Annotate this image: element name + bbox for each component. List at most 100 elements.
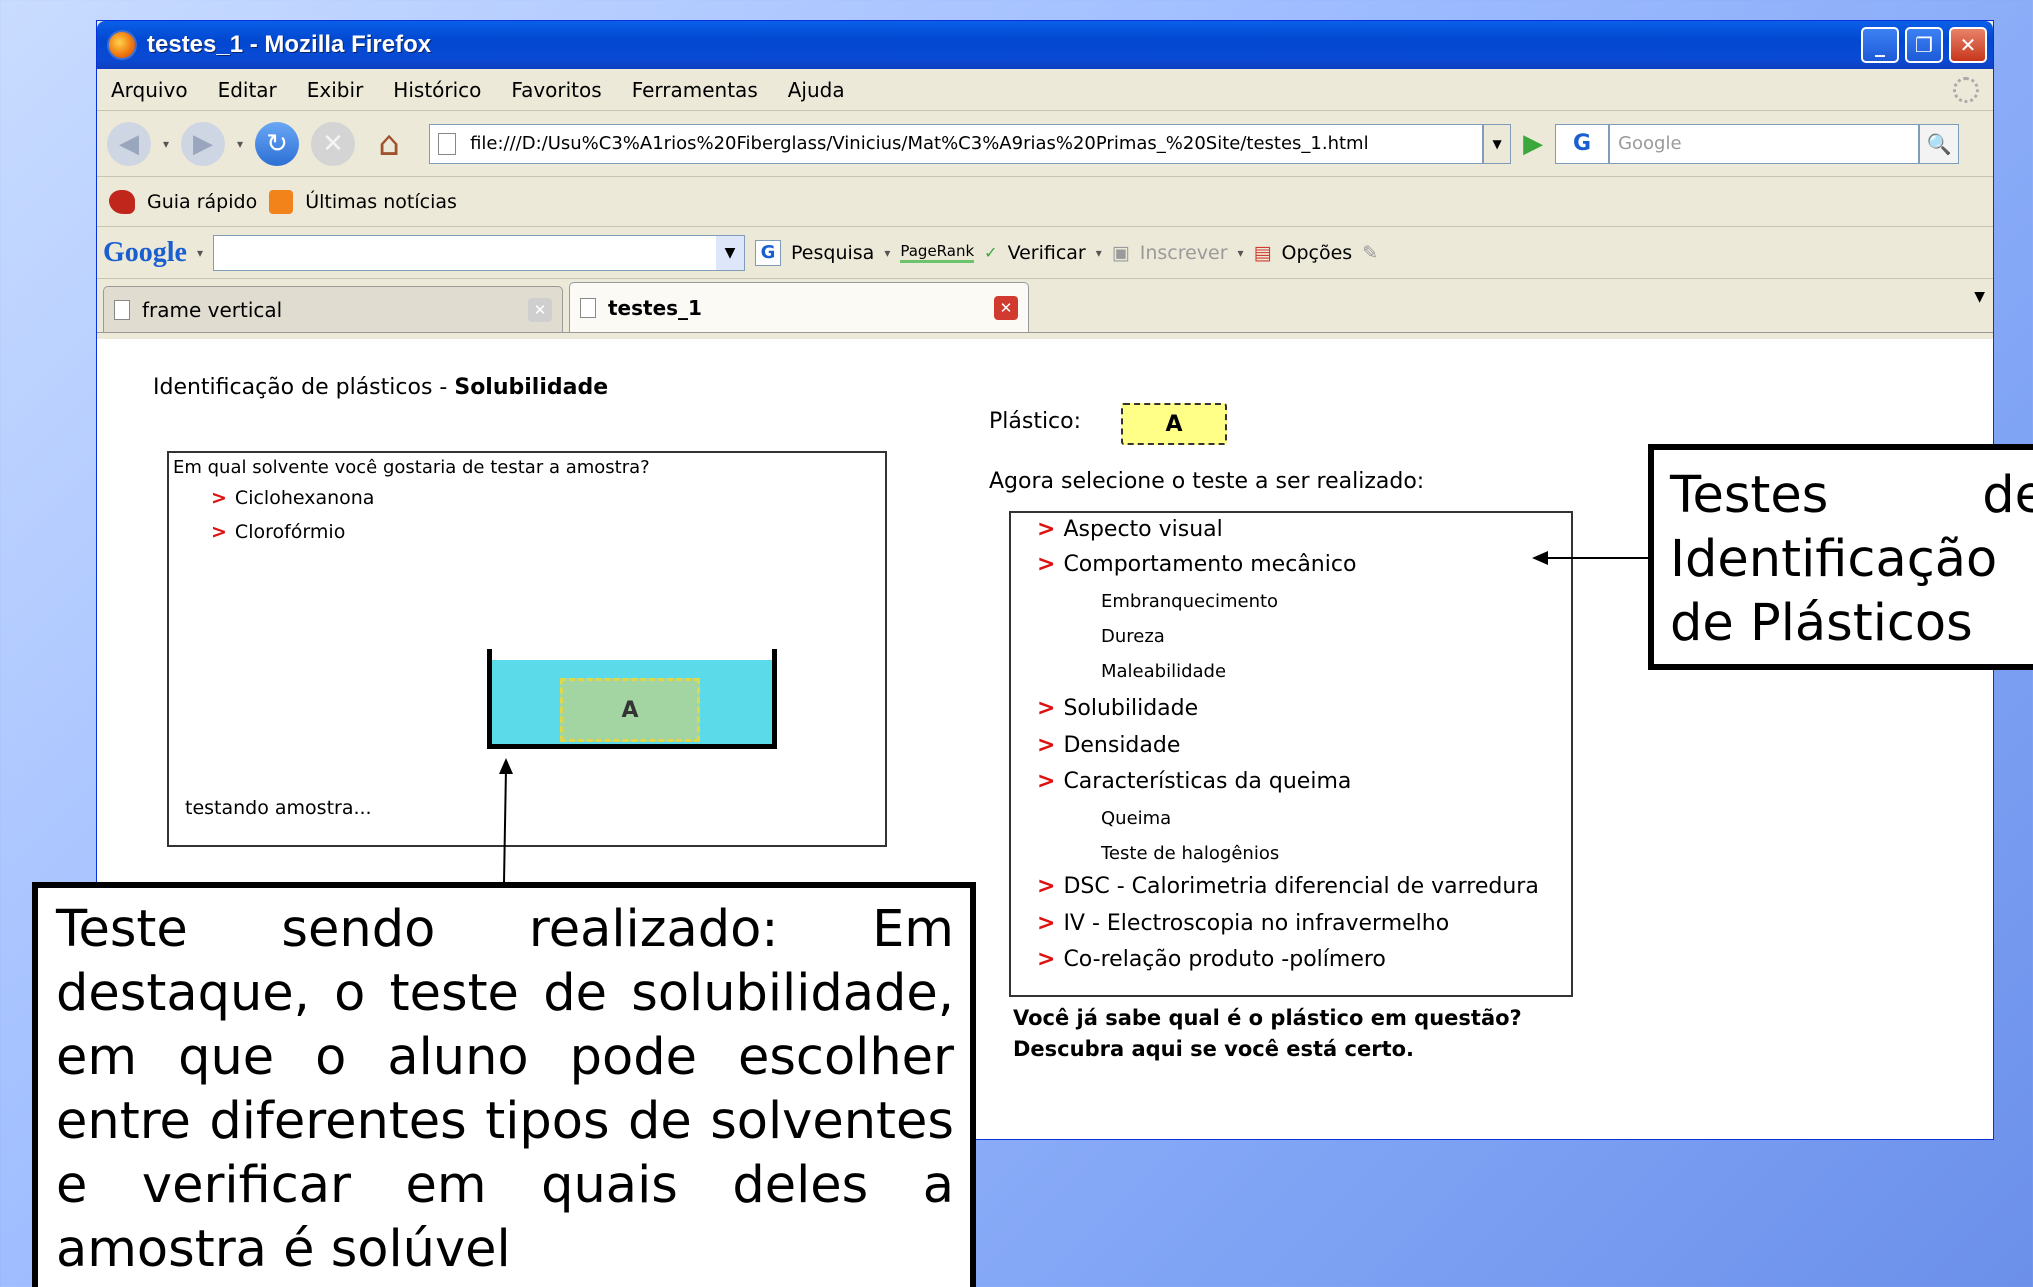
menu-editar[interactable]: Editar [218,78,277,102]
tab-label: testes_1 [608,295,702,320]
arrow-icon: > [1037,733,1056,758]
home-button[interactable]: ⌂ [367,122,411,166]
close-button[interactable]: ✕ [1949,27,1987,63]
inscrever-dropdown-icon[interactable]: ▾ [1238,246,1244,260]
bookmarks-toolbar: Guia rápido Últimas notícias [97,177,1993,227]
arrow-icon: > [1037,696,1056,721]
arrow-icon: > [1037,517,1056,542]
tab-bar: frame vertical ✕ testes_1 ✕ ▼ [97,279,1993,333]
arrow-icon: > [1037,947,1056,972]
test-comportamento-mecanico[interactable]: > Comportamento mecânico [1037,552,1356,577]
arrow-icon: > [1037,769,1056,794]
arrow-icon: > [211,521,227,543]
solubility-test-frame: Em qual solvente você gostaria de testar… [167,451,887,847]
test-densidade[interactable]: > Densidade [1037,733,1180,758]
plastic-badge: A [1121,403,1227,445]
opcoes-button[interactable]: Opções [1282,242,1353,264]
page-icon [114,299,130,320]
arrow-icon: > [211,487,227,509]
bookmark-guia-rapido[interactable]: Guia rápido [147,191,257,213]
menu-historico[interactable]: Histórico [393,78,481,102]
solvent-label: Ciclohexanona [234,487,375,509]
test-iv[interactable]: > IV - Electroscopia no infravermelho [1037,911,1449,936]
bookmark-ultimas-noticias[interactable]: Últimas notícias [305,191,457,213]
google-menu-dropdown-icon[interactable]: ▾ [197,246,203,260]
page-title-prefix: Identificação de plásticos - [153,375,455,400]
forward-history-dropdown-icon[interactable]: ▾ [237,137,243,151]
menu-bar: Arquivo Editar Exibir Histórico Favorito… [97,69,1993,111]
guess-line-1: Você já sabe qual é o plástico em questã… [1013,1006,1522,1030]
close-tab-icon[interactable]: ✕ [528,297,552,322]
subtest-queima[interactable]: Queima [1101,808,1171,829]
google-search-button[interactable]: Pesquisa [791,242,874,264]
search-engine-selector[interactable]: G [1555,123,1610,164]
test-aspecto-visual[interactable]: > Aspecto visual [1037,517,1223,542]
test-label: Densidade [1063,733,1181,758]
test-label: DSC - Calorimetria diferencial de varred… [1063,874,1539,899]
solvent-label: Clorofórmio [234,521,346,543]
tab-testes-1[interactable]: testes_1 ✕ [569,282,1029,332]
solvent-option-cloroformio[interactable]: > Clorofórmio [211,521,345,543]
test-caracteristicas-queima[interactable]: > Características da queima [1037,769,1351,794]
url-text: file:///D:/Usu%C3%A1rios%20Fiberglass/Vi… [470,133,1369,154]
annotation-callout-identification: Testes de Identificação de Plásticos [1648,444,2033,670]
inscrever-button[interactable]: Inscrever [1140,242,1228,264]
url-bar[interactable]: file:///D:/Usu%C3%A1rios%20Fiberglass/Vi… [429,123,1484,164]
test-dsc[interactable]: > DSC - Calorimetria diferencial de varre… [1037,874,1539,899]
google-logo[interactable]: Google [103,237,187,269]
page-title: Identificação de plásticos - Solubilidad… [153,375,608,400]
subtest-maleabilidade[interactable]: Maleabilidade [1101,661,1226,682]
test-correlacao[interactable]: > Co-relação produto -polímero [1037,947,1386,972]
menu-favoritos[interactable]: Favoritos [511,78,601,102]
guia-rapido-icon [109,189,135,214]
reload-button[interactable]: ↻ [255,121,300,166]
arrow-icon: > [1037,911,1056,936]
back-button[interactable]: ◀ [107,121,151,166]
test-solubilidade[interactable]: > Solubilidade [1037,696,1198,721]
forward-button[interactable]: ▶ [181,121,226,166]
guess-line-2: Descubra aqui se você está certo. [1013,1037,1415,1061]
search-dropdown-icon[interactable]: ▾ [884,246,890,260]
select-test-prompt: Agora selecione o teste a ser realizado: [989,469,1425,494]
solvent-option-ciclohexanona[interactable]: > Ciclohexanona [211,487,374,509]
url-dropdown-icon[interactable]: ▼ [1483,123,1512,164]
tab-list-dropdown-icon[interactable]: ▼ [1974,289,1985,305]
solvent-question: Em qual solvente você gostaria de testar… [173,457,650,478]
tab-frame-vertical[interactable]: frame vertical ✕ [103,286,563,332]
beaker: A [487,649,777,749]
close-tab-icon[interactable]: ✕ [994,295,1018,320]
verificar-button[interactable]: Verificar [1008,242,1086,264]
verificar-dropdown-icon[interactable]: ▾ [1096,246,1102,260]
subtest-halogenios[interactable]: Teste de halogênios [1101,843,1279,864]
navigation-toolbar: ◀ ▾ ▶ ▾ ↻ ✕ ⌂ file:///D:/Usu%C3%A1rios%2… [97,111,1993,177]
title-bar: testes_1 - Mozilla Firefox _ ❐ ✕ [97,21,1993,69]
menu-arquivo[interactable]: Arquivo [111,78,188,102]
test-label: Comportamento mecânico [1063,552,1357,577]
maximize-button[interactable]: ❐ [1905,27,1943,63]
menu-ferramentas[interactable]: Ferramentas [632,78,758,102]
minimize-button[interactable]: _ [1861,27,1899,63]
testing-status: testando amostra... [185,797,372,819]
menu-exibir[interactable]: Exibir [307,78,364,102]
google-search-dropdown-icon[interactable]: ▼ [716,235,745,270]
search-input[interactable]: Google [1609,123,1920,164]
plastic-label: Plástico: [989,409,1082,434]
search-magnifier-icon[interactable]: 🔍 [1919,123,1960,164]
plastic-sample: A [560,678,700,742]
google-search-icon: G [755,239,782,266]
pencil-icon[interactable]: ✎ [1362,242,1378,264]
stop-button[interactable]: ✕ [311,121,356,166]
pagerank-indicator[interactable]: PageRank [900,242,975,263]
test-label: Aspecto visual [1063,517,1223,542]
tests-list: > Aspecto visual > Comportamento mecânico … [1009,511,1573,997]
guess-link[interactable]: Você já sabe qual é o plástico em questã… [1013,1003,1522,1065]
arrow-icon: > [1037,874,1056,899]
back-history-dropdown-icon[interactable]: ▾ [163,137,169,151]
menu-ajuda[interactable]: Ajuda [788,78,845,102]
subtest-dureza[interactable]: Dureza [1101,626,1165,647]
google-search-input[interactable]: ▼ [213,234,746,271]
go-button[interactable]: ▶ [1523,129,1543,159]
firefox-logo-icon [107,30,137,60]
subtest-embranquecimento[interactable]: Embranquecimento [1101,591,1278,612]
test-label: Solubilidade [1063,696,1199,721]
